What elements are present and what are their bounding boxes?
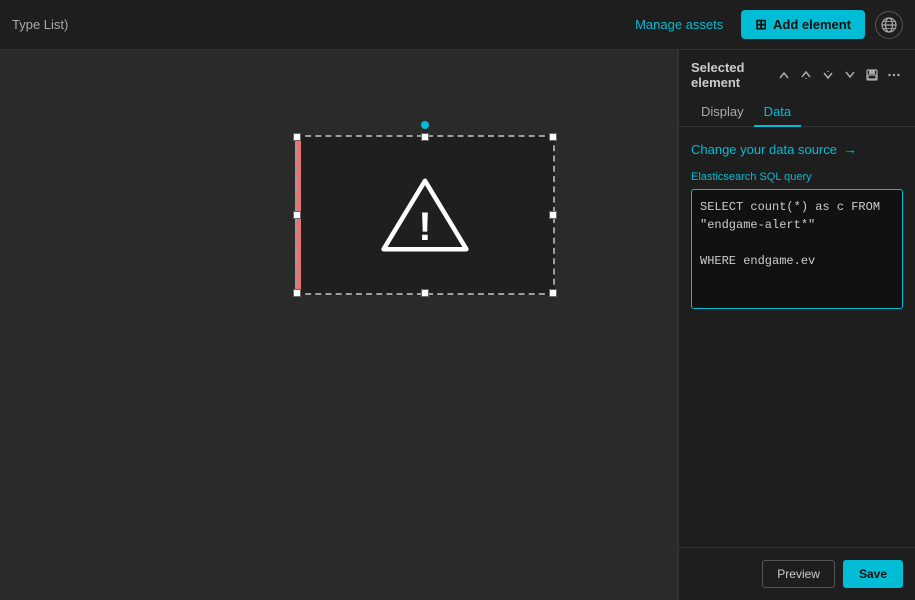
handle-top-center[interactable]: [421, 133, 429, 141]
add-element-icon: ⊞: [755, 16, 767, 33]
panel-title: Selected element: [691, 60, 775, 90]
panel-body: Change your data source → Elasticsearch …: [679, 127, 915, 547]
save-button[interactable]: Save: [843, 560, 903, 588]
topbar-title: Type List): [12, 17, 68, 32]
query-label: Elasticsearch SQL query: [691, 171, 903, 183]
warning-icon: !: [380, 170, 470, 260]
canvas-area[interactable]: !: [0, 50, 677, 600]
add-element-button[interactable]: ⊞ Add element: [741, 10, 865, 39]
tab-data[interactable]: Data: [754, 98, 801, 127]
topbar-right: Manage assets ⊞ Add element: [627, 10, 903, 39]
topbar: Type List) Manage assets ⊞ Add element: [0, 0, 915, 50]
right-panel: Selected element: [678, 50, 915, 600]
handle-bottom-center[interactable]: [421, 289, 429, 297]
more-options-button[interactable]: [885, 66, 903, 84]
panel-title-row: Selected element: [691, 60, 903, 90]
canvas-widget[interactable]: !: [295, 135, 555, 295]
panel-title-icons: [775, 66, 903, 84]
panel-footer: Preview Save: [679, 547, 915, 600]
widget-left-border: [295, 135, 301, 295]
tab-display[interactable]: Display: [691, 98, 754, 127]
add-element-label: Add element: [773, 17, 851, 32]
manage-assets-button[interactable]: Manage assets: [627, 13, 731, 36]
top-anchor: [421, 121, 429, 129]
move-up-button[interactable]: [797, 66, 815, 84]
query-textarea[interactable]: SELECT count(*) as c FROM "endgame-alert…: [691, 189, 903, 309]
handle-top-right[interactable]: [549, 133, 557, 141]
change-data-source-button[interactable]: Change your data source →: [691, 141, 903, 157]
canvas-widget-wrapper[interactable]: !: [295, 135, 555, 295]
change-data-source-arrow-icon: →: [843, 141, 857, 157]
main-area: ! Selected element: [0, 50, 915, 600]
move-down-button[interactable]: [819, 66, 837, 84]
panel-tabs: Display Data: [691, 98, 903, 126]
svg-text:!: !: [418, 205, 431, 249]
preview-button[interactable]: Preview: [762, 560, 835, 588]
handle-bottom-right[interactable]: [549, 289, 557, 297]
move-top-button[interactable]: [775, 66, 793, 84]
globe-icon[interactable]: [875, 11, 903, 39]
panel-header: Selected element: [679, 50, 915, 127]
handle-middle-right[interactable]: [549, 211, 557, 219]
change-data-source-label: Change your data source: [691, 142, 837, 157]
move-bottom-button[interactable]: [841, 66, 859, 84]
topbar-left: Type List): [12, 17, 68, 32]
save-panel-button[interactable]: [863, 66, 881, 84]
